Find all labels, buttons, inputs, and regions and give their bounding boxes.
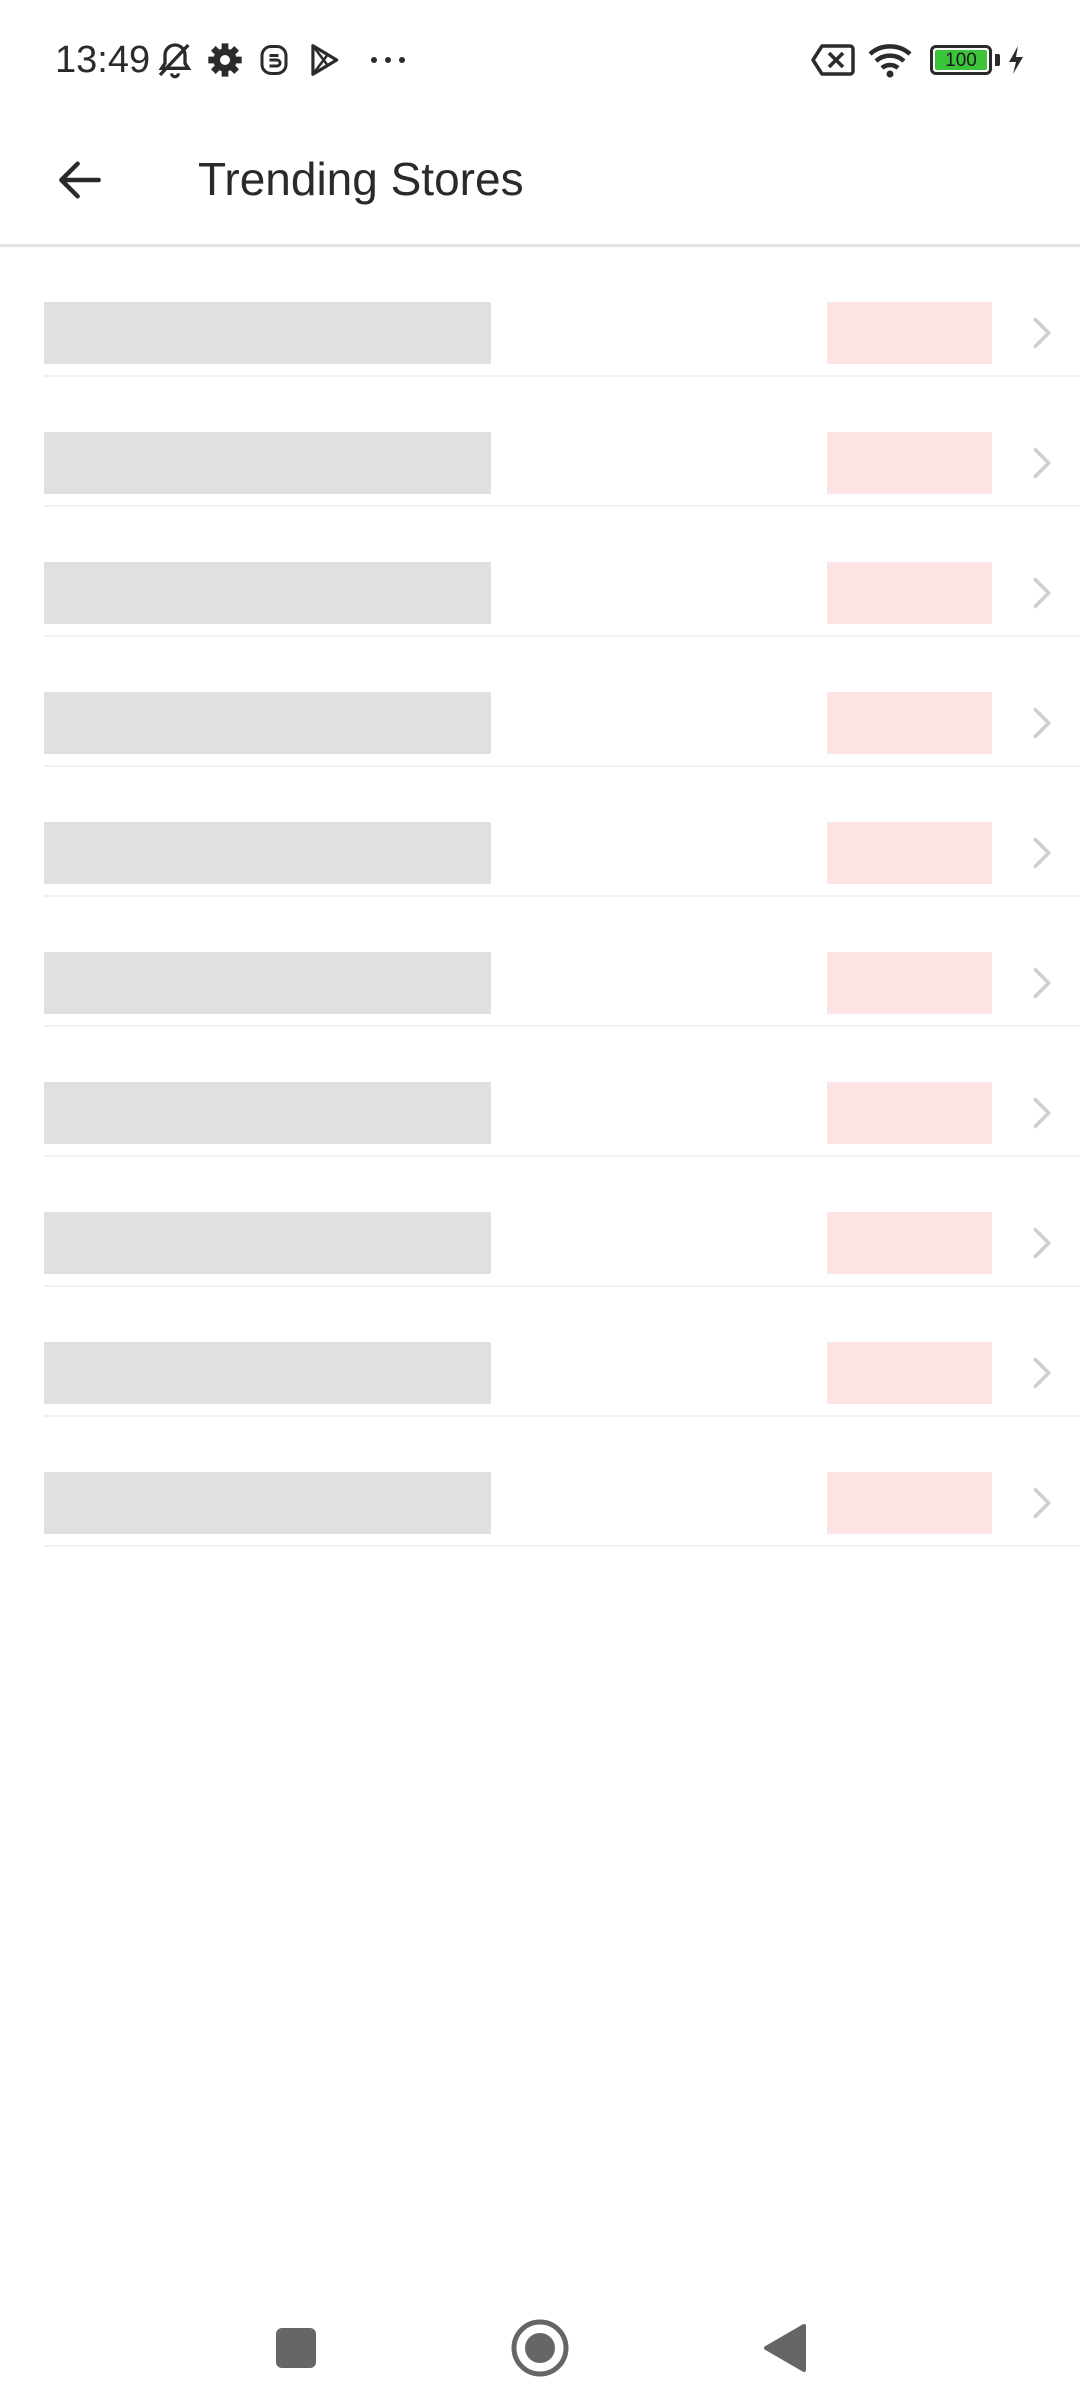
- more-dots-icon: [371, 57, 405, 63]
- store-badge-skeleton: [827, 432, 992, 494]
- store-badge-skeleton: [827, 302, 992, 364]
- chevron-right-icon: [1033, 317, 1051, 349]
- no-sim-icon: [811, 44, 855, 76]
- chevron-right-icon: [1033, 707, 1051, 739]
- store-name-skeleton: [44, 1342, 491, 1404]
- store-row[interactable]: [44, 507, 1080, 637]
- chevron-right-icon: [1033, 1227, 1051, 1259]
- store-row[interactable]: [44, 247, 1080, 377]
- store-name-skeleton: [44, 822, 491, 884]
- battery-tip: [995, 54, 1000, 66]
- store-badge-skeleton: [827, 562, 992, 624]
- chevron-right-icon: [1033, 1487, 1051, 1519]
- store-row[interactable]: [44, 1157, 1080, 1287]
- back-triangle-icon: [764, 2324, 806, 2372]
- battery-icon: 100: [930, 45, 992, 75]
- battery-level: 100: [935, 50, 987, 70]
- page-title: Trending Stores: [198, 153, 524, 205]
- navigation-bar: [0, 2280, 1080, 2400]
- home-circle-icon: [511, 2319, 569, 2377]
- chevron-right-icon: [1033, 447, 1051, 479]
- recents-square-icon: [276, 2328, 316, 2368]
- store-badge-skeleton: [827, 692, 992, 754]
- store-badge-skeleton: [827, 1082, 992, 1144]
- store-row[interactable]: [44, 637, 1080, 767]
- store-row[interactable]: [44, 1027, 1080, 1157]
- store-badge-skeleton: [827, 1212, 992, 1274]
- app-icon: [260, 45, 288, 75]
- store-badge-skeleton: [827, 1342, 992, 1404]
- store-row[interactable]: [44, 1417, 1080, 1547]
- store-row[interactable]: [44, 1287, 1080, 1417]
- store-badge-skeleton: [827, 952, 992, 1014]
- store-row[interactable]: [44, 377, 1080, 507]
- back-button[interactable]: [40, 140, 120, 220]
- store-list: [0, 247, 1080, 1547]
- wifi-icon: [868, 44, 912, 78]
- status-bar: 13:49 100: [0, 0, 1080, 120]
- store-badge-skeleton: [827, 1472, 992, 1534]
- bell-off-icon: [158, 43, 192, 79]
- app-bar: Trending Stores: [0, 120, 1080, 247]
- store-name-skeleton: [44, 1082, 491, 1144]
- store-name-skeleton: [44, 692, 491, 754]
- status-time: 13:49: [55, 39, 151, 81]
- store-name-skeleton: [44, 432, 491, 494]
- store-badge-skeleton: [827, 822, 992, 884]
- chevron-right-icon: [1033, 967, 1051, 999]
- play-store-icon: [311, 44, 339, 76]
- home-button[interactable]: [500, 2308, 580, 2388]
- store-name-skeleton: [44, 1212, 491, 1274]
- store-name-skeleton: [44, 952, 491, 1014]
- store-name-skeleton: [44, 562, 491, 624]
- chevron-right-icon: [1033, 577, 1051, 609]
- gear-icon: [208, 43, 242, 77]
- chevron-right-icon: [1033, 1097, 1051, 1129]
- chevron-right-icon: [1033, 1357, 1051, 1389]
- chevron-right-icon: [1033, 837, 1051, 869]
- store-name-skeleton: [44, 302, 491, 364]
- store-name-skeleton: [44, 1472, 491, 1534]
- arrow-left-icon: [59, 161, 101, 199]
- store-row[interactable]: [44, 897, 1080, 1027]
- back-nav-button[interactable]: [744, 2308, 824, 2388]
- store-row[interactable]: [44, 767, 1080, 897]
- charging-icon: [1009, 46, 1023, 74]
- recents-button[interactable]: [256, 2308, 336, 2388]
